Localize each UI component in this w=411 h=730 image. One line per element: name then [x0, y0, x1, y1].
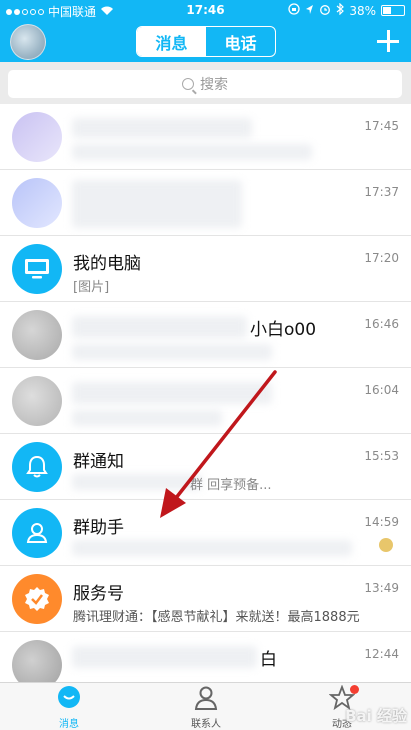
- conversation-preview: 腾讯理财通：【感恩节献礼】来就送！最高1888元: [73, 610, 360, 625]
- contact-avatar: [12, 112, 62, 162]
- redacted-text: [72, 118, 252, 138]
- conversation-row[interactable]: 17:37: [0, 170, 411, 236]
- contact-avatar: [12, 178, 62, 228]
- redacted-text: [72, 410, 222, 426]
- redacted-text: [72, 474, 202, 490]
- my-avatar[interactable]: [10, 24, 46, 60]
- conversation-preview: 群 回享预备...: [190, 478, 272, 493]
- tab-bar-label: 联系人: [191, 719, 221, 730]
- service-badge-icon: [12, 574, 62, 624]
- conversation-row[interactable]: 群助手 14:59: [0, 500, 411, 566]
- redacted-text: [72, 316, 247, 338]
- search-icon: [182, 78, 194, 90]
- conversation-name: 小白o00: [250, 320, 317, 340]
- contacts-icon: [194, 686, 218, 710]
- conversation-time: 13:49: [364, 581, 399, 595]
- group-helper-icon: [12, 508, 62, 558]
- computer-icon: [12, 244, 62, 294]
- redacted-text: [72, 144, 312, 160]
- add-icon[interactable]: [377, 30, 399, 52]
- conversation-row[interactable]: 我的电脑 [图片] 17:20: [0, 236, 411, 302]
- conversation-preview: [图片]: [73, 280, 110, 295]
- messages-icon: [58, 686, 80, 708]
- conversation-row[interactable]: 16:04: [0, 368, 411, 434]
- conversation-list: 17:45 17:37 我的电脑 [图片] 17:20 小白o00 16:46 …: [0, 104, 411, 692]
- conversation-name: 白: [260, 650, 277, 670]
- conversation-time: 15:53: [364, 449, 399, 463]
- redacted-text: [72, 180, 242, 228]
- search-area: 搜索: [0, 62, 411, 104]
- tab-phone[interactable]: 电话: [206, 27, 275, 56]
- contact-avatar: [12, 376, 62, 426]
- conversation-time: 17:45: [364, 119, 399, 133]
- top-bar: 中国联通 17:46 38% 消息 电话: [0, 0, 411, 62]
- redacted-text: [72, 382, 272, 404]
- bell-icon: [12, 442, 62, 492]
- redacted-text: [72, 540, 352, 556]
- emoji-icon: [379, 538, 393, 552]
- conversation-time: 14:59: [364, 515, 399, 529]
- battery-icon: [381, 5, 405, 16]
- tab-bar-label: 消息: [59, 719, 79, 730]
- conversation-name: 群助手: [73, 518, 124, 538]
- notification-badge: [350, 685, 359, 694]
- battery-percent: 38%: [349, 3, 376, 18]
- tab-bar-contacts[interactable]: 联系人: [166, 685, 246, 730]
- conversation-time: 17:20: [364, 251, 399, 265]
- conversation-time: 16:04: [364, 383, 399, 397]
- message-phone-switch: 消息 电话: [136, 26, 276, 57]
- tab-bar-messages[interactable]: 消息: [29, 685, 109, 730]
- redacted-text: [72, 344, 272, 360]
- watermark: Bai 经验: [345, 707, 407, 725]
- search-placeholder: 搜索: [200, 77, 228, 93]
- conversation-time: 12:44: [364, 647, 399, 661]
- conversation-row[interactable]: 小白o00 16:46: [0, 302, 411, 368]
- search-input[interactable]: 搜索: [8, 70, 402, 98]
- conversation-name: 我的电脑: [73, 254, 141, 274]
- location-icon: [305, 4, 314, 18]
- conversation-name: 服务号: [73, 584, 124, 604]
- tab-messages[interactable]: 消息: [137, 27, 206, 56]
- status-bar: 中国联通 17:46 38%: [0, 0, 411, 22]
- redacted-text: [72, 646, 257, 668]
- alarm-icon: [319, 3, 331, 18]
- conversation-time: 16:46: [364, 317, 399, 331]
- lock-rotation-icon: [288, 3, 300, 18]
- conversation-row[interactable]: 17:45: [0, 104, 411, 170]
- conversation-name: 群通知: [73, 452, 124, 472]
- bluetooth-icon: [336, 2, 345, 18]
- conversation-time: 17:37: [364, 185, 399, 199]
- conversation-row[interactable]: 服务号 腾讯理财通：【感恩节献礼】来就送！最高1888元 13:49: [0, 566, 411, 632]
- conversation-row[interactable]: 群通知 群 回享预备... 15:53: [0, 434, 411, 500]
- contact-avatar: [12, 310, 62, 360]
